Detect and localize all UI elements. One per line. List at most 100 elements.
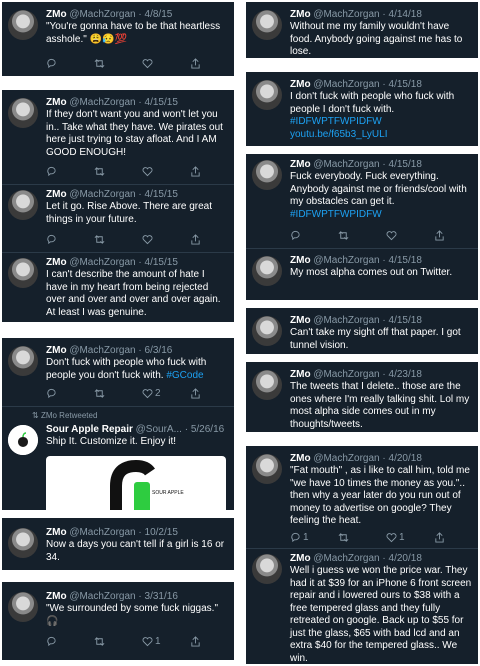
avatar[interactable]	[252, 10, 282, 40]
author-handle[interactable]: @MachZorgan	[69, 9, 135, 20]
author-name[interactable]: ZMo	[46, 189, 67, 200]
share-icon[interactable]	[190, 58, 201, 69]
reply-icon[interactable]	[46, 636, 57, 647]
reply-icon[interactable]	[46, 234, 57, 245]
tweet-date[interactable]: 4/15/18	[389, 159, 422, 170]
share-icon[interactable]	[190, 166, 201, 177]
reply-icon[interactable]	[290, 230, 301, 241]
like-icon[interactable]	[386, 230, 397, 241]
author-handle[interactable]: @MachZorgan	[313, 159, 379, 170]
retweet-icon[interactable]	[94, 58, 105, 69]
tweet-date[interactable]: 6/3/16	[145, 345, 173, 356]
author-name[interactable]: ZMo	[46, 9, 67, 20]
reply-icon[interactable]	[46, 58, 57, 69]
author-name[interactable]: ZMo	[290, 553, 311, 564]
author-name[interactable]: ZMo	[46, 527, 67, 538]
author-name[interactable]: ZMo	[46, 591, 67, 602]
tweet-date[interactable]: 4/15/18	[389, 255, 422, 266]
author-name[interactable]: ZMo	[46, 345, 67, 356]
author-handle[interactable]: @MachZorgan	[313, 79, 379, 90]
share-icon[interactable]	[190, 388, 201, 399]
avatar[interactable]	[252, 316, 282, 346]
author-handle[interactable]: @MachZorgan	[69, 257, 135, 268]
tweet-date[interactable]: 4/20/18	[389, 453, 422, 464]
tweet-date[interactable]: 4/8/15	[145, 9, 173, 20]
tweet-date[interactable]: 4/15/15	[145, 97, 178, 108]
author-handle[interactable]: @MachZorgan	[69, 189, 135, 200]
hashtag-link[interactable]: #GCode	[166, 370, 203, 381]
avatar[interactable]	[8, 592, 38, 622]
tweet-date[interactable]: 4/15/15	[145, 189, 178, 200]
avatar[interactable]	[252, 554, 282, 584]
retweet-icon[interactable]	[94, 388, 105, 399]
author-handle[interactable]: @MachZorgan	[313, 315, 379, 326]
tweet-header: ZMo @MachZorgan · 4/23/18	[290, 368, 474, 381]
author-handle[interactable]: @MachZorgan	[69, 345, 135, 356]
share-icon[interactable]	[190, 636, 201, 647]
tweet-date[interactable]: 10/2/15	[145, 527, 178, 538]
author-handle[interactable]: @MachZorgan	[313, 369, 379, 380]
reply-icon[interactable]: 1	[290, 532, 309, 543]
author-handle[interactable]: @SourA...	[136, 424, 182, 435]
share-icon[interactable]	[190, 234, 201, 245]
author-handle[interactable]: @MachZorgan	[69, 97, 135, 108]
youtube-link[interactable]: youtu.be/f65b3_LyULI	[290, 129, 387, 140]
reply-icon[interactable]	[46, 166, 57, 177]
tweet-date-sep: ·	[138, 257, 142, 268]
hashtag-link[interactable]: #IDFWPTFWPIDFW	[290, 209, 382, 220]
reply-icon[interactable]	[46, 388, 57, 399]
avatar[interactable]	[252, 160, 282, 190]
tweet-date[interactable]: 4/23/18	[389, 369, 422, 380]
avatar[interactable]	[8, 10, 38, 40]
author-name[interactable]: ZMo	[290, 159, 311, 170]
avatar[interactable]	[8, 346, 38, 376]
avatar[interactable]	[8, 528, 38, 558]
like-icon[interactable]: 1	[386, 532, 405, 543]
avatar[interactable]	[252, 256, 282, 286]
hashtag-link[interactable]: #IDFWPTFWPIDFW	[290, 116, 382, 127]
author-name[interactable]: ZMo	[290, 369, 311, 380]
brand-avatar[interactable]	[8, 425, 38, 455]
author-name[interactable]: ZMo	[290, 315, 311, 326]
author-handle[interactable]: @MachZorgan	[313, 9, 379, 20]
author-handle[interactable]: @MachZorgan	[313, 255, 379, 266]
author-name[interactable]: ZMo	[290, 79, 311, 90]
author-handle[interactable]: @MachZorgan	[69, 527, 135, 538]
tweet-date[interactable]: 5/26/16	[191, 424, 224, 435]
tweet-date[interactable]: 4/15/18	[389, 79, 422, 90]
share-icon[interactable]	[434, 230, 445, 241]
author-handle[interactable]: @MachZorgan	[69, 591, 135, 602]
like-icon[interactable]: 2	[142, 388, 161, 399]
avatar[interactable]	[8, 190, 38, 220]
media-image[interactable]: SOUR APPLE	[46, 456, 226, 510]
avatar[interactable]	[252, 454, 282, 484]
avatar[interactable]	[8, 98, 38, 128]
like-icon[interactable]	[142, 166, 153, 177]
author-handle[interactable]: @MachZorgan	[313, 453, 379, 464]
author-name[interactable]: ZMo	[46, 257, 67, 268]
like-icon[interactable]	[142, 58, 153, 69]
avatar[interactable]	[8, 258, 38, 288]
tweet-date[interactable]: 4/15/15	[145, 257, 178, 268]
retweet-icon[interactable]	[94, 166, 105, 177]
retweet-icon[interactable]	[94, 234, 105, 245]
author-name[interactable]: ZMo	[290, 255, 311, 266]
tweet-date[interactable]: 3/31/16	[145, 591, 178, 602]
tweet-date[interactable]: 4/15/18	[389, 315, 422, 326]
author-name[interactable]: Sour Apple Repair	[46, 424, 133, 435]
share-icon[interactable]	[434, 532, 445, 543]
retweet-icon[interactable]	[338, 532, 349, 543]
retweet-icon[interactable]	[338, 230, 349, 241]
tweet-date[interactable]: 4/14/18	[389, 9, 422, 20]
author-name[interactable]: ZMo	[290, 453, 311, 464]
author-name[interactable]: ZMo	[290, 9, 311, 20]
author-name[interactable]: ZMo	[46, 97, 67, 108]
like-icon[interactable]: 1	[142, 636, 161, 647]
avatar[interactable]	[252, 80, 282, 110]
like-icon[interactable]	[142, 234, 153, 245]
retweet-icon[interactable]	[94, 636, 105, 647]
tweet-date-sep: ·	[382, 315, 386, 326]
tweet-date[interactable]: 4/20/18	[389, 553, 422, 564]
author-handle[interactable]: @MachZorgan	[313, 553, 379, 564]
avatar[interactable]	[252, 370, 282, 400]
